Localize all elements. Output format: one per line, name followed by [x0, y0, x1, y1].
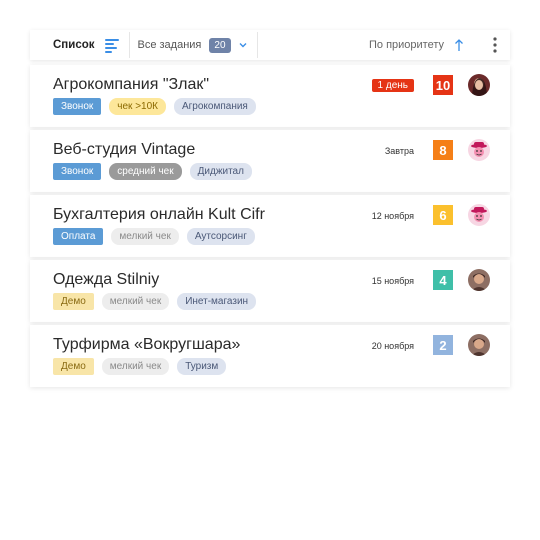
more-vertical-icon — [493, 37, 497, 53]
list-view-icon[interactable] — [104, 38, 119, 53]
list-toolbar: Список Все задания 20 По приоритету — [30, 30, 510, 60]
tag-task-type[interactable]: Демо — [53, 358, 94, 375]
priority-badge[interactable]: 2 — [433, 335, 453, 355]
due-date: 15 ноября — [371, 276, 414, 286]
task-card[interactable]: Агрокомпания "Злак" Звонок чек >10К Агро… — [30, 65, 510, 127]
due-date-badge: 1 день — [371, 79, 414, 92]
tag-task-type[interactable]: Демо — [53, 293, 94, 310]
tag-list: Демо мелкий чек Туризм — [53, 358, 227, 375]
card-title[interactable]: Одежда Stilniy — [53, 271, 159, 289]
task-card[interactable]: Веб-студия Vintage Звонок средний чек Ди… — [30, 130, 510, 192]
task-card[interactable]: Турфирма «Вокругшара» Демо мелкий чек Ту… — [30, 325, 510, 387]
tag-deal-size[interactable]: мелкий чек — [111, 228, 179, 245]
tag-list: Звонок средний чек Диджитал — [53, 163, 252, 180]
priority-badge[interactable]: 4 — [433, 270, 453, 290]
tag-industry[interactable]: Агрокомпания — [173, 98, 256, 115]
card-title[interactable]: Турфирма «Вокругшара» — [53, 336, 240, 354]
due-date: 12 ноября — [371, 211, 414, 221]
task-card[interactable]: Бухгалтерия онлайн Kult Cifr Оплата мелк… — [30, 195, 510, 257]
arrow-up-icon — [455, 39, 463, 51]
task-filter-dropdown[interactable]: Все задания 20 — [130, 30, 257, 60]
sort-label: По приоритету — [368, 39, 444, 51]
more-options-button[interactable] — [480, 30, 510, 60]
task-count-badge: 20 — [209, 37, 231, 53]
tag-industry[interactable]: Туризм — [177, 358, 227, 375]
man-avatar[interactable] — [468, 269, 490, 291]
tag-list: Оплата мелкий чек Аутсорсинг — [53, 228, 255, 245]
cowboy-avatar[interactable] — [468, 204, 490, 226]
card-title[interactable]: Бухгалтерия онлайн Kult Cifr — [53, 206, 265, 224]
tag-task-type[interactable]: Оплата — [53, 228, 104, 245]
tag-list: Демо мелкий чек Инет-магазин — [53, 293, 257, 310]
card-title[interactable]: Веб-студия Vintage — [53, 141, 195, 159]
task-card[interactable]: Одежда Stilniy Демо мелкий чек Инет-мага… — [30, 260, 510, 322]
tag-deal-size[interactable]: чек >10К — [109, 98, 166, 115]
tag-industry[interactable]: Диджитал — [189, 163, 252, 180]
due-date: 20 ноября — [371, 341, 414, 351]
tag-deal-size[interactable]: средний чек — [109, 163, 182, 180]
sort-by-priority[interactable]: По приоритету — [369, 38, 464, 52]
view-title: Список — [53, 39, 95, 51]
priority-badge[interactable]: 6 — [433, 205, 453, 225]
tag-industry[interactable]: Инет-магазин — [177, 293, 257, 310]
priority-badge[interactable]: 10 — [433, 75, 453, 95]
filter-label: Все задания — [137, 39, 202, 51]
man-avatar[interactable] — [468, 334, 490, 356]
tag-task-type[interactable]: Звонок — [53, 98, 102, 115]
cowboy-avatar[interactable] — [468, 139, 490, 161]
tag-industry[interactable]: Аутсорсинг — [186, 228, 255, 245]
tag-deal-size[interactable]: мелкий чек — [101, 358, 170, 375]
tag-deal-size[interactable]: мелкий чек — [101, 293, 170, 310]
divider — [256, 32, 258, 58]
priority-badge[interactable]: 8 — [433, 140, 453, 160]
tag-task-type[interactable]: Звонок — [53, 163, 102, 180]
card-title[interactable]: Агрокомпания "Злак" — [53, 76, 209, 94]
tag-list: Звонок чек >10К Агрокомпания — [53, 98, 256, 115]
woman-avatar[interactable] — [468, 74, 490, 96]
due-date: Завтра — [384, 146, 414, 156]
chevron-down-icon — [239, 43, 247, 48]
